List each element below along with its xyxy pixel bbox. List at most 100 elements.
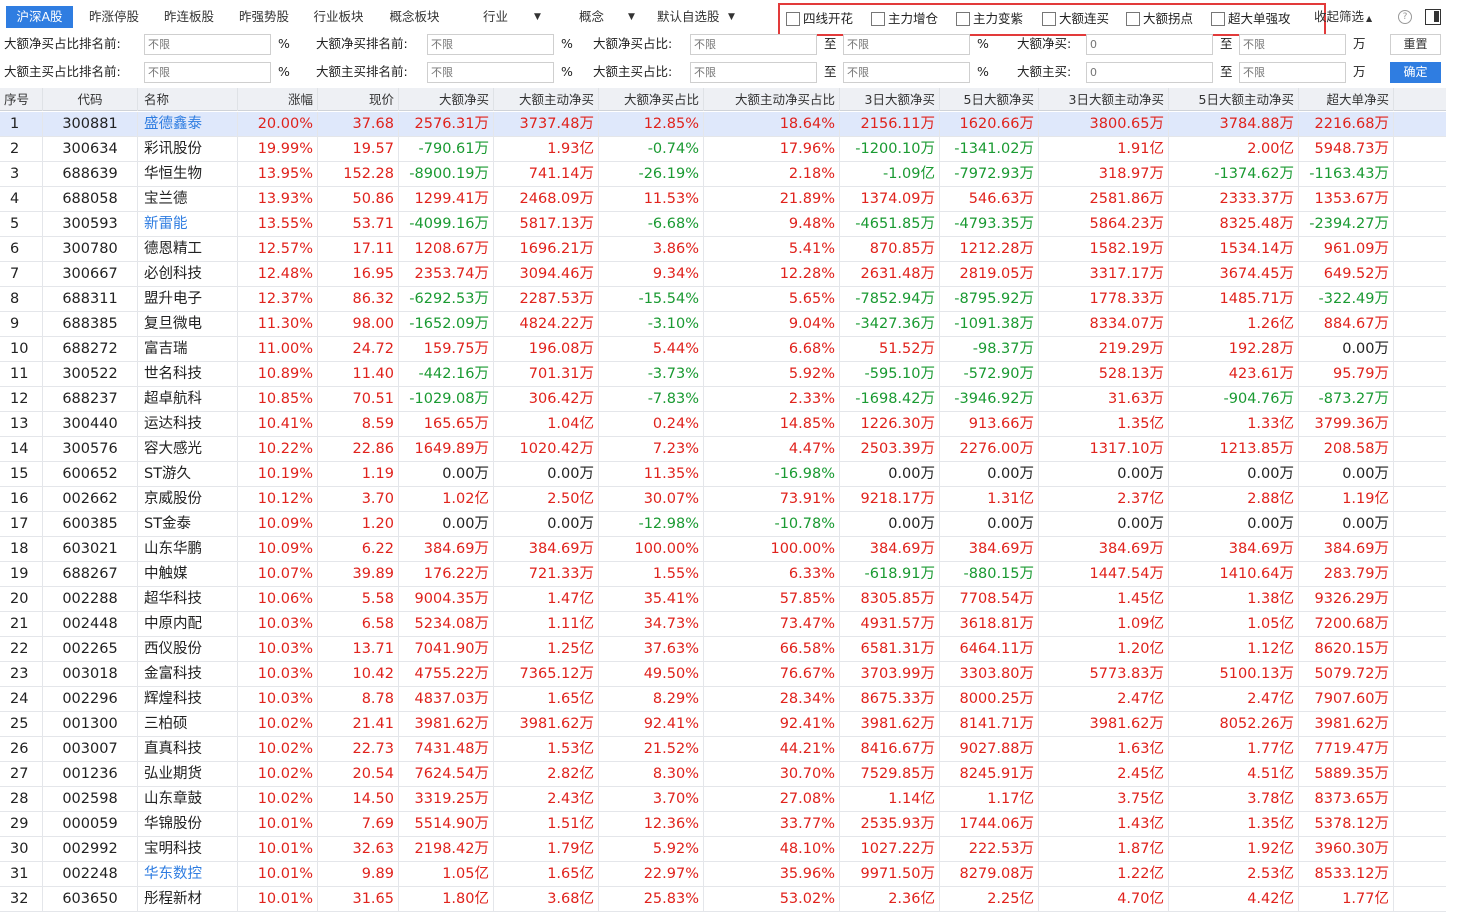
- table-row[interactable]: 16 002662 京威股份 10.12% 3.70 1.02亿 2.50亿 30.07% 73…: [0, 487, 1446, 512]
- stock-name[interactable]: 辉煌科技: [138, 687, 238, 712]
- stock-name[interactable]: 西仪股份: [138, 637, 238, 662]
- checkbox-box[interactable]: [786, 12, 800, 26]
- stock-name[interactable]: 宝兰德: [138, 187, 238, 212]
- net-buy-ratio-min-input[interactable]: [690, 34, 817, 55]
- stock-name[interactable]: ST金泰: [138, 512, 238, 537]
- tab-4[interactable]: 昨强势股: [230, 6, 298, 28]
- stock-name[interactable]: 盟升电子: [138, 287, 238, 312]
- column-header[interactable]: 5日大额净买: [940, 88, 1039, 111]
- table-row[interactable]: 11 300522 世名科技 10.89% 11.40 -442.16万 701.31万 -3…: [0, 362, 1446, 387]
- stock-name[interactable]: 中触媒: [138, 562, 238, 587]
- stock-name[interactable]: 容大感光: [138, 437, 238, 462]
- checkbox-box[interactable]: [1126, 12, 1140, 26]
- industry-dropdown[interactable]: 行业 ▼: [483, 6, 545, 28]
- tab-1[interactable]: 沪深A股: [6, 6, 73, 28]
- column-header[interactable]: 5日大额主动净买: [1169, 88, 1299, 111]
- column-header[interactable]: 3日大额主动净买: [1039, 88, 1169, 111]
- reset-button[interactable]: 重置: [1390, 34, 1441, 55]
- collapse-filter-button[interactable]: 收起筛选 ▲: [1314, 6, 1372, 28]
- stock-name[interactable]: 弘业期货: [138, 762, 238, 787]
- stock-name[interactable]: 华锦股份: [138, 812, 238, 837]
- table-row[interactable]: 20 002288 超华科技 10.06% 5.58 9004.35万 1.47亿 35.41…: [0, 587, 1446, 612]
- table-row[interactable]: 10 688272 富吉瑞 11.00% 24.72 159.75万 196.08万 5.44…: [0, 337, 1446, 362]
- table-row[interactable]: 24 002296 辉煌科技 10.03% 8.78 4837.03万 1.65亿 8.29%…: [0, 687, 1446, 712]
- stock-name[interactable]: 华恒生物: [138, 162, 238, 187]
- stock-name[interactable]: 世名科技: [138, 362, 238, 387]
- tab-2[interactable]: 昨涨停股: [80, 6, 148, 28]
- checkbox-box[interactable]: [871, 12, 885, 26]
- tab-3[interactable]: 昨连板股: [155, 6, 223, 28]
- table-row[interactable]: 9 688385 复旦微电 11.30% 98.00 -1652.09万 4824.22万 -…: [0, 312, 1446, 337]
- active-buy-min-input[interactable]: [1086, 62, 1213, 83]
- column-header[interactable]: 大额净买: [399, 88, 494, 111]
- watchlist-dropdown[interactable]: 默认自选股 ▼: [657, 6, 739, 28]
- table-row[interactable]: 13 300440 运达科技 10.41% 8.59 165.65万 1.04亿 0.24% 1…: [0, 412, 1446, 437]
- help-icon[interactable]: ?: [1398, 10, 1412, 24]
- table-row[interactable]: 8 688311 盟升电子 12.37% 86.32 -6292.53万 2287.53万 -…: [0, 287, 1446, 312]
- table-row[interactable]: 4 688058 宝兰德 13.93% 50.86 1299.41万 2468.09万 11.…: [0, 187, 1446, 212]
- table-row[interactable]: 26 003007 直真科技 10.02% 22.73 7431.48万 1.53亿 21.5…: [0, 737, 1446, 762]
- checkbox-box[interactable]: [1211, 12, 1225, 26]
- column-header[interactable]: 超大单净买: [1299, 88, 1394, 111]
- table-row[interactable]: 31 002248 华东数控 10.01% 9.89 1.05亿 1.65亿 22.97% 35…: [0, 862, 1446, 887]
- stock-name[interactable]: 超华科技: [138, 587, 238, 612]
- table-row[interactable]: 1 300881 盛德鑫泰 20.00% 37.68 2576.31万 3737.48万 12…: [0, 112, 1446, 137]
- confirm-button[interactable]: 确定: [1390, 62, 1441, 83]
- table-row[interactable]: 19 688267 中触媒 10.07% 39.89 176.22万 721.33万 1.55…: [0, 562, 1446, 587]
- table-row[interactable]: 2 300634 彩讯股份 19.99% 19.57 -790.61万 1.93亿 -0.74…: [0, 137, 1446, 162]
- column-header[interactable]: 3日大额净买: [840, 88, 940, 111]
- stock-name[interactable]: 中原内配: [138, 612, 238, 637]
- tab-6[interactable]: 概念板块: [381, 6, 448, 28]
- table-row[interactable]: 30 002992 宝明科技 10.01% 32.63 2198.42万 1.79亿 5.92…: [0, 837, 1446, 862]
- stock-name[interactable]: 三柏硕: [138, 712, 238, 737]
- tab-5[interactable]: 行业板块: [305, 6, 372, 28]
- table-row[interactable]: 15 600652 ST游久 10.19% 1.19 0.00万 0.00万 11.35% -1…: [0, 462, 1446, 487]
- column-header[interactable]: 名称: [138, 88, 238, 111]
- active-buy-ratio-rank-input[interactable]: [144, 62, 271, 83]
- active-buy-ratio-min-input[interactable]: [690, 62, 817, 83]
- panel-toggle-icon[interactable]: [1425, 9, 1441, 25]
- column-header[interactable]: 大额主动净买: [494, 88, 599, 111]
- table-row[interactable]: 29 000059 华锦股份 10.01% 7.69 5514.90万 1.51亿 12.36…: [0, 812, 1446, 837]
- stock-name[interactable]: 彤程新材: [138, 887, 238, 912]
- net-buy-rank-input[interactable]: [427, 34, 554, 55]
- checkbox-box[interactable]: [956, 12, 970, 26]
- stock-name[interactable]: 山东华鹏: [138, 537, 238, 562]
- stock-name[interactable]: 金富科技: [138, 662, 238, 687]
- table-row[interactable]: 12 688237 超卓航科 10.85% 70.51 -1029.08万 306.42万 -…: [0, 387, 1446, 412]
- stock-name[interactable]: ST游久: [138, 462, 238, 487]
- stock-name[interactable]: 山东章鼓: [138, 787, 238, 812]
- stock-name[interactable]: 宝明科技: [138, 837, 238, 862]
- table-row[interactable]: 32 603650 彤程新材 10.01% 31.65 1.80亿 3.68亿 25.83% 5…: [0, 887, 1446, 912]
- stock-name[interactable]: 华东数控: [138, 862, 238, 887]
- stock-name[interactable]: 盛德鑫泰: [138, 112, 238, 137]
- table-row[interactable]: 6 300780 德恩精工 12.57% 17.11 1208.67万 1696.21万 3.…: [0, 237, 1446, 262]
- net-buy-ratio-max-input[interactable]: [843, 34, 970, 55]
- stock-name[interactable]: 京威股份: [138, 487, 238, 512]
- column-header[interactable]: 大额主动净买占比: [704, 88, 840, 111]
- concept-dropdown[interactable]: 概念 ▼: [579, 6, 639, 28]
- table-row[interactable]: 18 603021 山东华鹏 10.09% 6.22 384.69万 384.69万 100.…: [0, 537, 1446, 562]
- column-header[interactable]: 大额净买占比: [599, 88, 704, 111]
- checkbox-box[interactable]: [1042, 12, 1056, 26]
- active-buy-rank-input[interactable]: [427, 62, 554, 83]
- column-header[interactable]: 涨幅: [238, 88, 318, 111]
- table-row[interactable]: 22 002265 西仪股份 10.03% 13.71 7041.90万 1.25亿 37.6…: [0, 637, 1446, 662]
- active-buy-ratio-max-input[interactable]: [843, 62, 970, 83]
- table-row[interactable]: 25 001300 三柏硕 10.02% 21.41 3981.62万 3981.62万 92…: [0, 712, 1446, 737]
- stock-name[interactable]: 德恩精工: [138, 237, 238, 262]
- table-row[interactable]: 21 002448 中原内配 10.03% 6.58 5234.08万 1.11亿 34.73…: [0, 612, 1446, 637]
- stock-name[interactable]: 超卓航科: [138, 387, 238, 412]
- stock-name[interactable]: 富吉瑞: [138, 337, 238, 362]
- column-header[interactable]: 序号: [0, 88, 43, 111]
- table-row[interactable]: 28 002598 山东章鼓 10.02% 14.50 3319.25万 2.43亿 3.70…: [0, 787, 1446, 812]
- stock-name[interactable]: 彩讯股份: [138, 137, 238, 162]
- table-row[interactable]: 5 300593 新雷能 13.55% 53.71 -4099.16万 5817.13万 -6…: [0, 212, 1446, 237]
- stock-name[interactable]: 复旦微电: [138, 312, 238, 337]
- table-row[interactable]: 3 688639 华恒生物 13.95% 152.28 -8900.19万 741.14万 -…: [0, 162, 1446, 187]
- stock-name[interactable]: 直真科技: [138, 737, 238, 762]
- column-header[interactable]: 代码: [43, 88, 138, 111]
- stock-name[interactable]: 运达科技: [138, 412, 238, 437]
- net-buy-ratio-rank-input[interactable]: [144, 34, 271, 55]
- column-header[interactable]: 现价: [318, 88, 399, 111]
